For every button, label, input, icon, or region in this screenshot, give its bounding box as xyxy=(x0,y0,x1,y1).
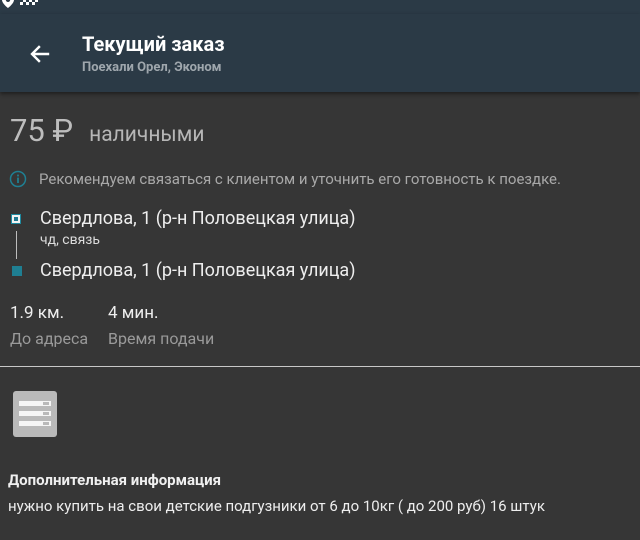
hint-text: Рекомендуем связаться с клиентом и уточн… xyxy=(39,170,561,188)
extra-info-title: Дополнительная информация xyxy=(8,471,222,489)
hint-row: Рекомендуем связаться с клиентом и уточн… xyxy=(9,170,561,188)
route-connector xyxy=(16,231,17,259)
extra-info-text: нужно купить на свои детские подгузники … xyxy=(8,497,545,515)
route-from-address: Свердлова, 1 (р-н Половецкая улица) xyxy=(40,208,356,229)
section-divider xyxy=(0,366,640,367)
price-row: 75 ₽ наличными xyxy=(10,112,204,149)
order-price: 75 ₽ xyxy=(10,112,74,149)
status-bar xyxy=(0,0,640,14)
route-to-address: Свердлова, 1 (р-н Половецкая улица) xyxy=(40,260,356,281)
trip-stats: 1.9 км. До адреса 4 мин. Время подачи xyxy=(10,303,214,348)
map-pin-icon xyxy=(2,0,14,8)
stat-time: 4 мин. Время подачи xyxy=(108,303,214,348)
page-subtitle: Поехали Орел, Эконом xyxy=(82,60,222,75)
payment-method: наличными xyxy=(89,123,205,147)
info-icon xyxy=(9,170,27,188)
distance-caption: До адреса xyxy=(10,329,89,348)
route-from-comment: чд, связь xyxy=(40,232,101,248)
route-end-marker xyxy=(12,266,22,276)
checker-icon xyxy=(20,0,38,6)
app-toolbar: Текущий заказ Поехали Орел, Эконом xyxy=(0,14,640,92)
distance-value: 1.9 км. xyxy=(10,303,65,323)
stat-distance: 1.9 км. До адреса xyxy=(10,303,88,348)
time-caption: Время подачи xyxy=(108,329,215,348)
back-arrow-icon[interactable] xyxy=(26,40,54,68)
time-value: 4 мин. xyxy=(108,303,159,323)
route-start-marker xyxy=(11,214,21,224)
page-title: Текущий заказ xyxy=(82,32,225,56)
list-icon xyxy=(13,391,57,437)
status-icons xyxy=(2,0,38,8)
